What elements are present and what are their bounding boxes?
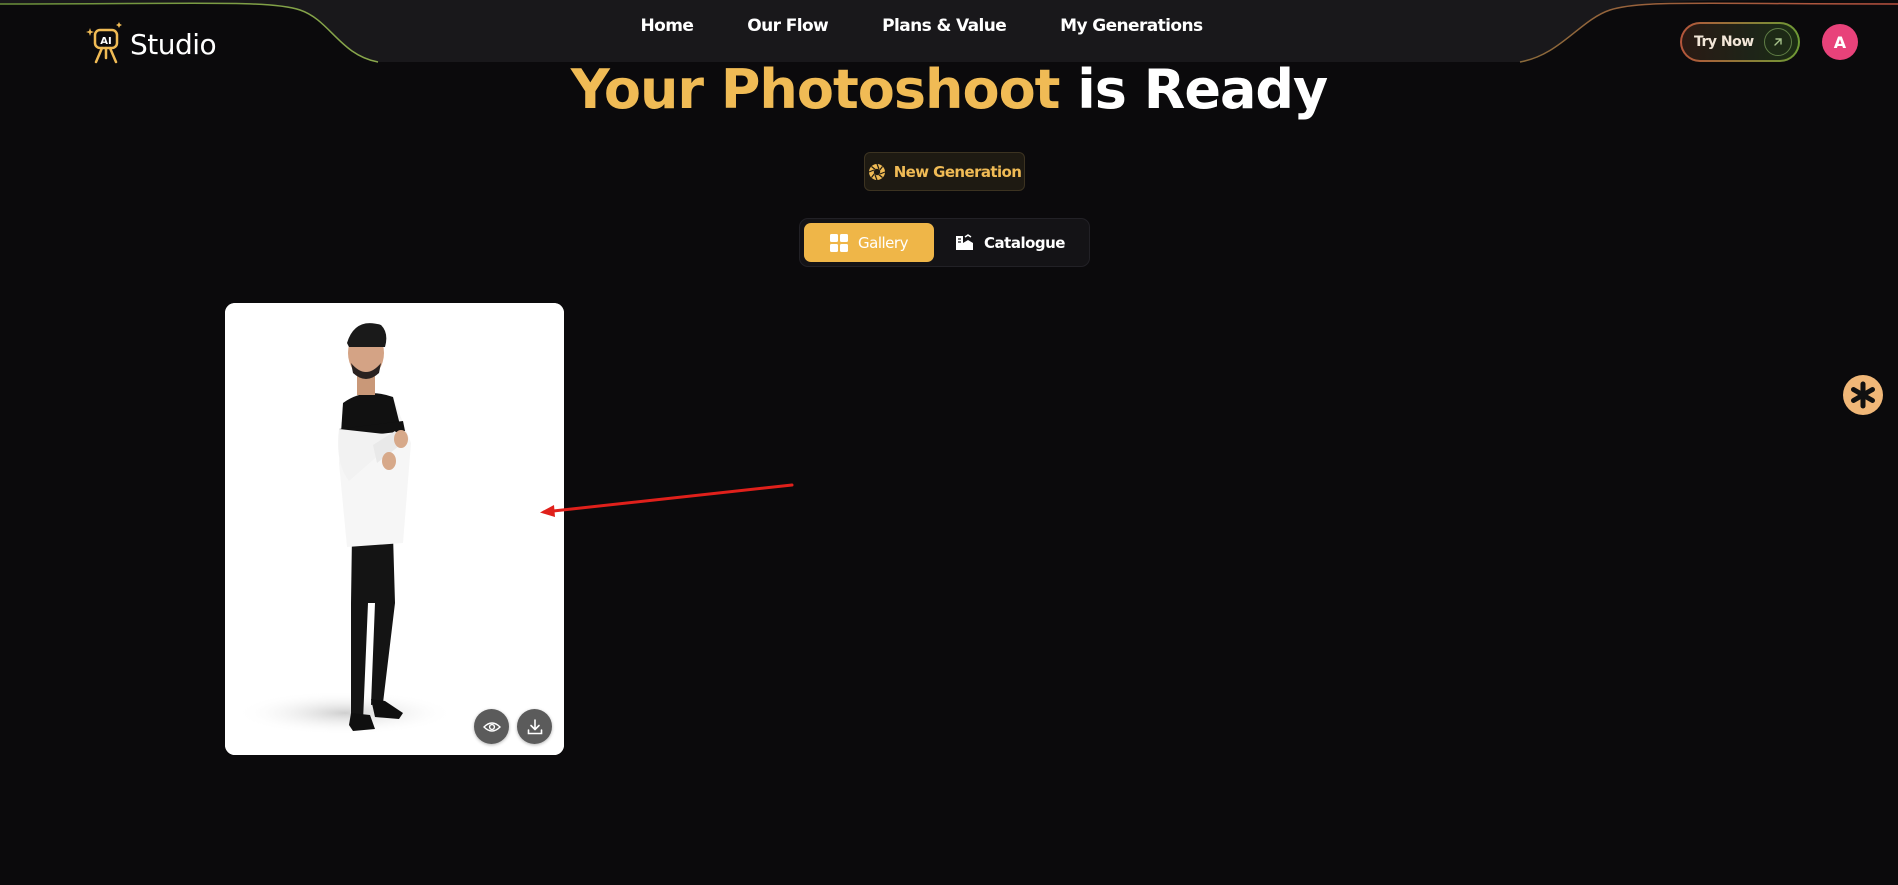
new-generation-button[interactable]: New Generation <box>864 152 1025 191</box>
download-image-button[interactable] <box>517 709 552 744</box>
asterisk-icon <box>1851 381 1875 409</box>
tab-catalogue-label: Catalogue <box>984 233 1065 252</box>
main-nav: Home Our Flow Plans & Value My Generatio… <box>0 16 1898 36</box>
nav-home[interactable]: Home <box>641 16 694 36</box>
view-image-button[interactable] <box>474 709 509 744</box>
annotation-arrow <box>540 483 794 517</box>
catalogue-icon <box>956 233 974 250</box>
gallery-image-card[interactable] <box>225 303 564 755</box>
download-icon <box>527 718 542 734</box>
generated-photo <box>225 303 564 755</box>
tab-gallery-label: Gallery <box>858 233 908 252</box>
nav-our-flow[interactable]: Our Flow <box>747 16 828 36</box>
top-navigation-bar: AI Studio Home Our Flow Plans & Value My… <box>0 0 1898 64</box>
eye-icon <box>482 721 501 732</box>
try-now-button[interactable]: Try Now <box>1680 22 1800 62</box>
new-generation-label: New Generation <box>893 162 1022 181</box>
tab-gallery[interactable]: Gallery <box>804 223 934 262</box>
try-now-label: Try Now <box>1694 34 1754 50</box>
logo-badge-text: AI <box>100 36 111 47</box>
nav-plans-value[interactable]: Plans & Value <box>882 16 1007 36</box>
arrow-up-right-icon <box>1764 28 1792 56</box>
page-title: Your Photoshoot is Ready <box>0 58 1898 121</box>
view-toggle: Gallery Catalogue <box>799 218 1090 267</box>
nav-my-generations[interactable]: My Generations <box>1060 16 1203 36</box>
tab-catalogue[interactable]: Catalogue <box>940 223 1080 262</box>
page-title-accent: Your Photoshoot <box>570 58 1061 121</box>
grid-icon <box>830 233 849 252</box>
aperture-icon <box>868 163 885 180</box>
support-widget-button[interactable] <box>1843 375 1883 415</box>
page-title-plain: is Ready <box>1077 58 1328 121</box>
user-avatar[interactable]: A <box>1822 24 1858 60</box>
